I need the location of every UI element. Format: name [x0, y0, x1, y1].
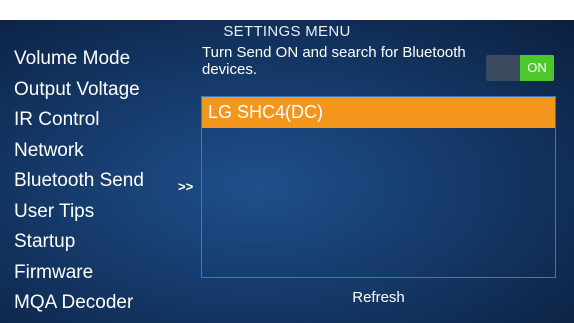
menu-item-bluetooth-send[interactable]: Bluetooth Send — [14, 166, 189, 197]
bluetooth-instruction: Turn Send ON and search for Bluetooth de… — [202, 44, 466, 78]
selected-indicator-icon: >> — [178, 179, 194, 194]
device-item[interactable]: LG SHC4(DC) — [202, 97, 555, 128]
settings-menu: Volume Mode Output Voltage IR Control Ne… — [14, 44, 189, 319]
toggle-on-label: ON — [520, 55, 554, 81]
settings-screen: SETTINGS MENU Volume Mode Output Voltage… — [0, 20, 574, 323]
menu-item-output-voltage[interactable]: Output Voltage — [14, 75, 189, 106]
menu-item-user-tips[interactable]: User Tips — [14, 197, 189, 228]
page-title: SETTINGS MENU — [223, 23, 351, 40]
bluetooth-send-toggle[interactable]: ON — [486, 55, 554, 81]
menu-item-startup[interactable]: Startup — [14, 227, 189, 258]
menu-item-volume-mode[interactable]: Volume Mode — [14, 44, 189, 75]
device-list: LG SHC4(DC) — [201, 96, 556, 278]
menu-item-firmware[interactable]: Firmware — [14, 258, 189, 289]
menu-item-mqa-decoder[interactable]: MQA Decoder — [14, 288, 189, 319]
menu-item-network[interactable]: Network — [14, 136, 189, 167]
refresh-button[interactable]: Refresh — [201, 289, 556, 306]
menu-item-ir-control[interactable]: IR Control — [14, 105, 189, 136]
